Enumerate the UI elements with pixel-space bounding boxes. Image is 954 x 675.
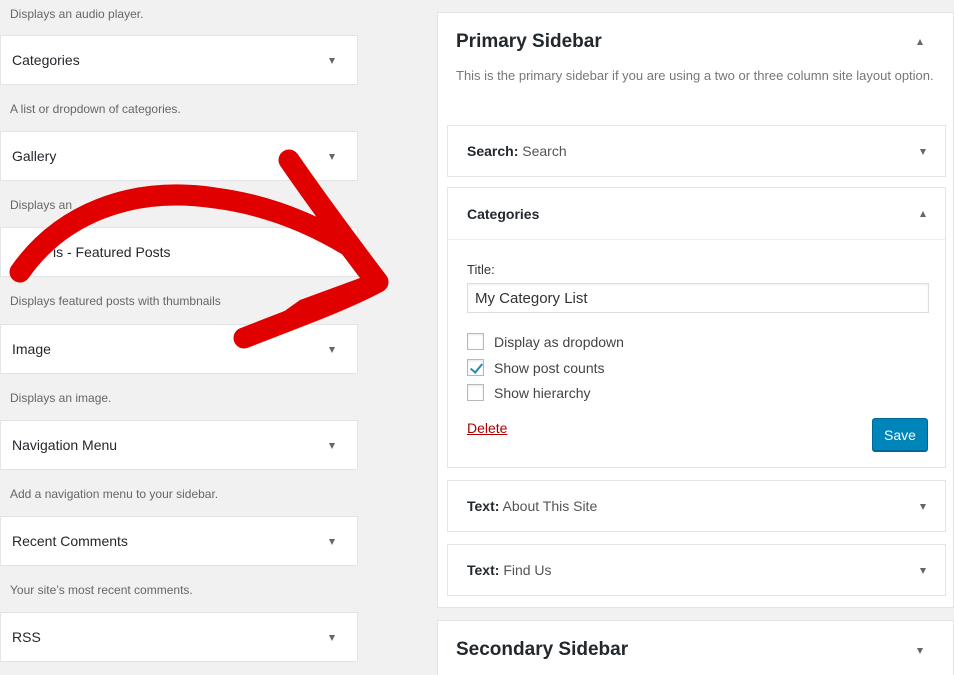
widget-description: A list or dropdown of categories.	[10, 102, 181, 116]
widget-rss[interactable]: RSS	[0, 612, 358, 662]
widget-description: Add a navigation menu to your sidebar.	[10, 487, 219, 501]
checkmark-icon[interactable]	[467, 359, 484, 376]
option-label: Display as dropdown	[494, 333, 624, 350]
show-post-counts-option[interactable]: Show post counts	[467, 359, 605, 376]
checkbox[interactable]	[467, 384, 484, 401]
widget-search[interactable]: Search: Search	[447, 125, 946, 177]
widget-featured-posts[interactable]: is - Featured Posts	[0, 227, 358, 277]
widget-categories[interactable]: Categories	[0, 35, 358, 85]
widget-title: RSS	[12, 629, 41, 645]
arrow-down-icon[interactable]	[329, 58, 335, 64]
arrow-down-icon[interactable]	[917, 648, 923, 654]
widget-categories-expanded: Categories Title: Display as dropdown Sh…	[447, 187, 946, 468]
sidebar-title[interactable]: Primary Sidebar	[456, 31, 602, 53]
sidebar-description: This is the primary sidebar if you are u…	[456, 68, 934, 83]
widget-description: Displays an image.	[10, 391, 112, 405]
secondary-sidebar-panel[interactable]: Secondary Sidebar	[437, 620, 954, 675]
show-hierarchy-option[interactable]: Show hierarchy	[467, 384, 591, 401]
widget-image[interactable]: Image	[0, 324, 358, 374]
widget-navigation-menu[interactable]: Navigation Menu	[0, 420, 358, 470]
widget-header[interactable]: Categories	[448, 188, 945, 240]
widget-gallery[interactable]: Gallery	[0, 131, 358, 181]
arrow-down-icon[interactable]	[329, 347, 335, 353]
arrow-up-icon[interactable]	[920, 211, 926, 217]
display-dropdown-option[interactable]: Display as dropdown	[467, 333, 624, 350]
arrow-down-icon[interactable]	[329, 539, 335, 545]
arrow-down-icon[interactable]	[920, 149, 926, 155]
widget-title: Text: Find Us	[467, 562, 552, 578]
widget-title: Search: Search	[467, 143, 567, 159]
widget-title: Categories	[12, 52, 80, 68]
arrow-down-icon[interactable]	[329, 443, 335, 449]
widget-text-about[interactable]: Text: About This Site	[447, 480, 946, 532]
primary-sidebar-panel: Primary Sidebar This is the primary side…	[437, 12, 954, 608]
arrow-down-icon[interactable]	[329, 154, 335, 160]
arrow-down-icon[interactable]	[920, 504, 926, 510]
option-label: Show hierarchy	[494, 384, 591, 401]
sidebar-title[interactable]: Secondary Sidebar	[456, 639, 628, 661]
widget-title: Recent Comments	[12, 533, 128, 549]
widget-title: Gallery	[12, 148, 57, 164]
title-field-label: Title:	[467, 262, 495, 277]
widget-title: Text: About This Site	[467, 498, 598, 514]
arrow-down-icon[interactable]	[329, 635, 335, 641]
widget-description: Displays featured posts with thumbnails	[10, 294, 221, 308]
widget-title: is - Featured Posts	[53, 244, 171, 260]
arrow-up-icon[interactable]	[917, 39, 923, 45]
widget-title: Categories	[467, 205, 540, 222]
widget-description: Displays an	[10, 198, 73, 212]
widget-description: Your site’s most recent comments.	[10, 583, 193, 597]
widget-title: Image	[12, 341, 51, 357]
option-label: Show post counts	[494, 359, 605, 376]
widget-description: Displays an audio player.	[10, 7, 144, 21]
widget-title: Navigation Menu	[12, 437, 118, 453]
widget-recent-comments[interactable]: Recent Comments	[0, 516, 358, 566]
delete-link[interactable]: Delete	[467, 420, 507, 436]
save-button[interactable]: Save	[872, 418, 928, 451]
arrow-down-icon[interactable]	[920, 568, 926, 574]
widget-text-find-us[interactable]: Text: Find Us	[447, 544, 946, 596]
title-input[interactable]	[467, 283, 929, 313]
checkbox[interactable]	[467, 333, 484, 350]
